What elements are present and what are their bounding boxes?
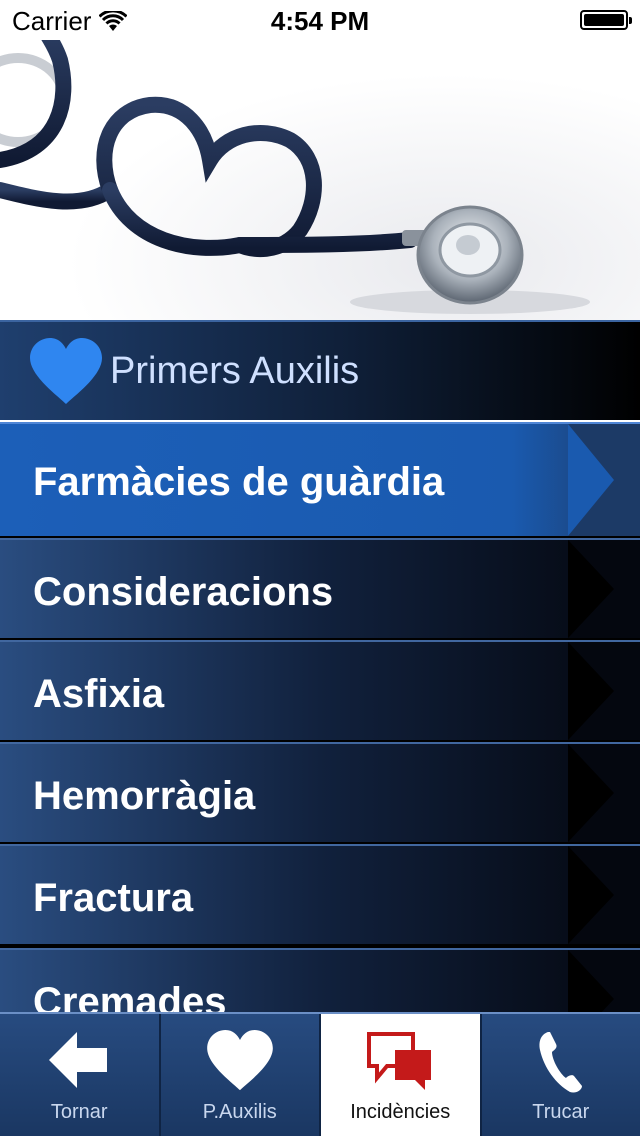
chevron-right-icon (568, 540, 640, 638)
chat-bubbles-icon (367, 1032, 432, 1090)
chevron-right-icon (568, 642, 640, 740)
menu-item-hemorragia[interactable]: Hemorràgia (0, 742, 640, 842)
chevron-right-icon (568, 744, 640, 842)
tab-label: Tornar (50, 1101, 108, 1123)
menu-item-label: Hemorràgia (33, 774, 256, 818)
tab-label: Incidències (350, 1101, 451, 1123)
tab-incidencies[interactable]: Incidències (321, 1014, 482, 1136)
stethoscope-heart-image (0, 40, 640, 320)
menu-list[interactable]: Farmàcies de guàrdia Consideracions Asfi… (0, 422, 640, 1012)
chevron-right-icon (568, 950, 640, 1012)
heart-icon (206, 1030, 273, 1091)
tab-tornar[interactable]: Tornar (0, 1014, 161, 1136)
tab-bar: Tornar P.Auxilis Incidències Trucar (0, 1012, 640, 1136)
tab-p-auxilis[interactable]: P.Auxilis (160, 1014, 321, 1136)
menu-item-label: Fractura (33, 876, 194, 920)
tab-trucar[interactable]: Trucar (481, 1014, 640, 1136)
chevron-right-icon (568, 846, 640, 944)
section-header: Primers Auxilis (0, 320, 640, 420)
back-arrow-icon (49, 1032, 108, 1088)
heart-icon (30, 338, 102, 404)
phone-icon (539, 1032, 582, 1093)
chevron-right-icon (568, 424, 640, 536)
menu-item-label: Asfixia (33, 672, 165, 716)
menu-item-fractura[interactable]: Fractura (0, 844, 640, 944)
menu-item-asfixia[interactable]: Asfixia (0, 640, 640, 740)
tab-label: Trucar (532, 1101, 590, 1123)
menu-item-label: Cremades (33, 980, 227, 1012)
status-bar: Carrier 4:54 PM (0, 0, 640, 40)
status-time: 4:54 PM (270, 6, 370, 36)
battery-icon (580, 10, 632, 30)
menu-item-label: Consideracions (33, 570, 334, 614)
menu-item-cremades[interactable]: Cremades (0, 948, 640, 1012)
menu-item-label: Farmàcies de guàrdia (33, 460, 445, 504)
page-title: Primers Auxilis (110, 350, 360, 392)
menu-item-consideracions[interactable]: Consideracions (0, 538, 640, 638)
tab-label: P.Auxilis (202, 1101, 277, 1123)
menu-item-farmacies[interactable]: Farmàcies de guàrdia (0, 422, 640, 536)
